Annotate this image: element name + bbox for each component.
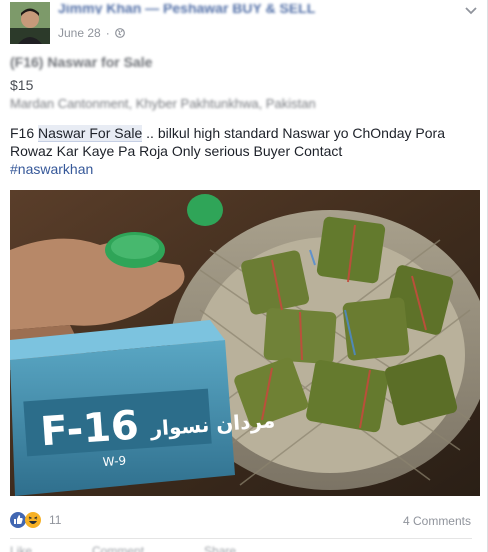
action-bar: Like Comment Share <box>10 544 480 552</box>
box-title: F-16 <box>39 403 140 456</box>
chevron-down-icon[interactable] <box>464 6 478 16</box>
sale-price: $15 <box>10 77 34 93</box>
divider <box>10 538 472 539</box>
sale-title: (F16) Naswar for Sale <box>10 54 153 70</box>
post-photo[interactable]: F-16 مردان نسوار W-9 <box>10 190 480 496</box>
reaction-count[interactable]: 11 <box>49 513 61 527</box>
post-text-prefix: F16 <box>10 125 39 141</box>
post-meta: June 28 · <box>58 26 125 40</box>
post-header: Jimmy Khan — Peshawar BUY & SELL June 28… <box>10 2 480 46</box>
post-body: F16 Naswar For Sale .. bilkul high stand… <box>10 124 480 178</box>
post-date[interactable]: June 28 <box>58 26 101 40</box>
hashtag-link[interactable]: #naswarkhan <box>10 161 93 177</box>
like-reaction-icon <box>10 512 26 528</box>
box-sub: W-9 <box>102 453 126 469</box>
reactions-summary[interactable]: 11 <box>10 512 61 528</box>
comments-count[interactable]: 4 Comments <box>403 514 471 528</box>
globe-icon <box>114 28 125 38</box>
author-avatar[interactable] <box>10 2 50 44</box>
sale-location: Mardan Cantonment, Khyber Pakhtunkhwa, P… <box>10 96 316 111</box>
haha-reaction-icon <box>25 512 41 528</box>
like-button[interactable]: Like <box>10 544 32 552</box>
author-name[interactable]: Jimmy Khan — Peshawar BUY & SELL <box>58 4 315 14</box>
comment-button[interactable]: Comment <box>92 544 144 552</box>
post-text-highlight: Naswar For Sale <box>38 125 143 142</box>
marketplace-post: Jimmy Khan — Peshawar BUY & SELL June 28… <box>0 0 488 552</box>
share-button[interactable]: Share <box>204 544 236 552</box>
